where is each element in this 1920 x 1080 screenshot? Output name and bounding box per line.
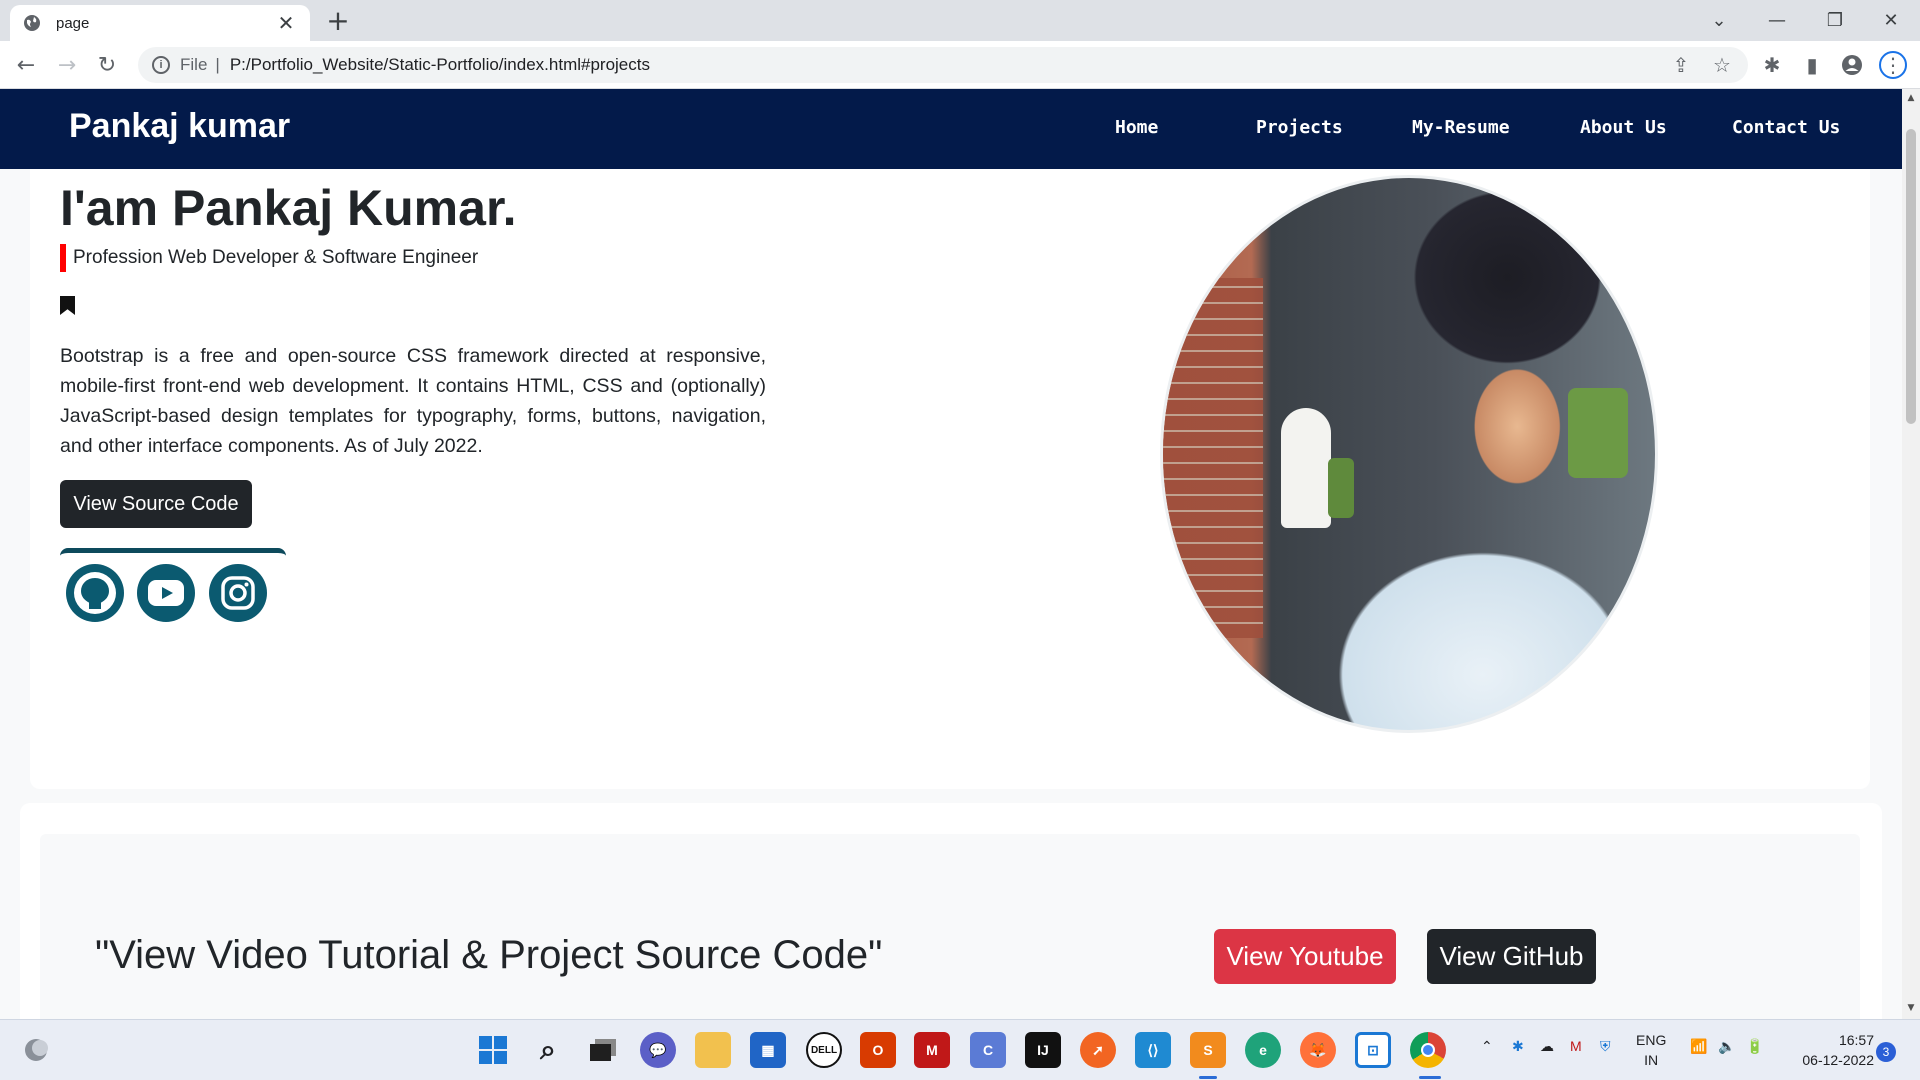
show-hidden-icons[interactable]: ⌃	[1481, 1038, 1493, 1055]
hero-title: I'am Pankaj Kumar.	[60, 180, 517, 236]
browser-toolbar: ← → ↻ i File | P:/Portfolio_Website/Stat…	[0, 41, 1920, 89]
view-github-button[interactable]: View GitHub	[1427, 929, 1596, 984]
globe-icon	[22, 13, 42, 33]
codeblocks-icon[interactable]: C	[970, 1032, 1006, 1068]
battery-icon[interactable]: 🔋	[1746, 1038, 1763, 1055]
intellij-icon[interactable]: IJ	[1025, 1032, 1061, 1068]
minimize-button[interactable]: —	[1748, 0, 1806, 41]
close-window-button[interactable]: ✕	[1862, 0, 1920, 41]
nav-home[interactable]: Home	[1115, 117, 1158, 138]
nav-projects[interactable]: Projects	[1256, 117, 1343, 138]
scroll-down-icon[interactable]: ▼	[1906, 1003, 1916, 1013]
windows-taskbar: ⌕ 💬 ▦ DELL O M C IJ ➚ ⟨⟩ S e 🦊 ⊡ ⌃ ✱ ☁ M…	[0, 1019, 1920, 1080]
instagram-icon[interactable]	[209, 564, 267, 622]
network-drive-icon[interactable]: ☁	[1540, 1038, 1554, 1055]
tutorial-section-title: "View Video Tutorial & Project Source Co…	[95, 933, 883, 977]
task-view-icon[interactable]	[585, 1032, 621, 1068]
profile-photo	[1160, 175, 1658, 733]
teams-chat-icon[interactable]: 💬	[640, 1032, 676, 1068]
site-navbar: Pankaj kumar Home Projects My-Resume Abo…	[0, 89, 1902, 169]
firefox-icon[interactable]: 🦊	[1300, 1032, 1336, 1068]
bookmark-star-icon[interactable]: ☆	[1708, 51, 1736, 79]
tutorial-section-inner	[40, 834, 1860, 1019]
side-panel-icon[interactable]: ▮	[1798, 51, 1826, 79]
reload-button[interactable]: ↻	[91, 49, 123, 81]
site-brand[interactable]: Pankaj kumar	[69, 107, 290, 146]
file-explorer-icon[interactable]	[695, 1032, 731, 1068]
vscode-icon[interactable]: ⟨⟩	[1135, 1032, 1171, 1068]
tab-search-icon[interactable]: ⌄	[1690, 0, 1748, 41]
view-youtube-button[interactable]: View Youtube	[1214, 929, 1396, 984]
clock-date: 06-12-2022	[1802, 1052, 1874, 1068]
mcafee-icon[interactable]: M	[914, 1032, 950, 1068]
screen-snip-icon[interactable]: ⊡	[1355, 1032, 1391, 1068]
scrollbar-thumb[interactable]	[1906, 129, 1916, 424]
edge-icon[interactable]: e	[1245, 1032, 1281, 1068]
hero-subtitle: Profession Web Developer & Software Engi…	[60, 244, 478, 272]
extensions-icon[interactable]: ✱	[1758, 51, 1786, 79]
postman-icon[interactable]: ➚	[1080, 1032, 1116, 1068]
page-scrollbar[interactable]: ▲ ▼	[1902, 89, 1920, 1019]
search-icon[interactable]: ⌕	[530, 1032, 566, 1068]
nav-about-us[interactable]: About Us	[1580, 117, 1667, 138]
office-icon[interactable]: O	[860, 1032, 896, 1068]
info-icon[interactable]: i	[152, 56, 170, 74]
bluetooth-icon[interactable]: ✱	[1512, 1038, 1524, 1055]
nav-my-resume[interactable]: My-Resume	[1412, 117, 1510, 138]
weather-icon[interactable]	[18, 1032, 54, 1068]
clock[interactable]: 16:57 06-12-2022	[1778, 1030, 1874, 1070]
region-label: IN	[1644, 1052, 1659, 1068]
browser-tab-strip: page ✕ + ⌄ — ❐ ✕	[0, 0, 1920, 41]
back-button[interactable]: ←	[10, 49, 42, 81]
social-divider	[60, 548, 286, 556]
address-url: P:/Portfolio_Website/Static-Portfolio/in…	[229, 55, 650, 74]
browser-tab[interactable]: page ✕	[10, 5, 310, 41]
menu-icon[interactable]: ⋮	[1879, 51, 1907, 79]
github-icon[interactable]	[66, 564, 124, 622]
clock-time: 16:57	[1838, 1032, 1874, 1048]
address-separator: |	[215, 55, 220, 74]
profile-icon[interactable]	[1838, 51, 1866, 79]
page-viewport: Pankaj kumar Home Projects My-Resume Abo…	[0, 89, 1902, 1019]
view-source-code-button[interactable]: View Source Code	[60, 480, 252, 528]
scroll-up-icon[interactable]: ▲	[1906, 93, 1916, 103]
address-scheme: File	[180, 55, 208, 74]
new-tab-button[interactable]: +	[323, 6, 353, 36]
mcafee-tray-icon[interactable]: M	[1570, 1038, 1582, 1054]
address-bar[interactable]: i File | P:/Portfolio_Website/Static-Por…	[138, 47, 1748, 83]
tab-title: page	[56, 14, 90, 32]
wifi-icon[interactable]: 📶	[1690, 1038, 1707, 1055]
restore-button[interactable]: ❐	[1806, 0, 1864, 41]
store-icon[interactable]: ▦	[750, 1032, 786, 1068]
volume-icon[interactable]: 🔈	[1718, 1038, 1735, 1055]
chrome-icon[interactable]	[1410, 1032, 1446, 1068]
security-icon[interactable]: ⛨	[1600, 1038, 1611, 1055]
notification-badge[interactable]: 3	[1876, 1042, 1896, 1062]
forward-button[interactable]: →	[51, 49, 83, 81]
language-indicator[interactable]: ENG IN	[1636, 1030, 1666, 1070]
tab-close-icon[interactable]: ✕	[274, 11, 298, 35]
nav-contact-us[interactable]: Contact Us	[1732, 117, 1840, 138]
youtube-icon[interactable]	[137, 564, 195, 622]
share-icon[interactable]: ⇪	[1667, 51, 1695, 79]
dell-icon[interactable]: DELL	[806, 1032, 842, 1068]
hero-description: Bootstrap is a free and open-source CSS …	[60, 345, 766, 457]
language-label: ENG	[1636, 1032, 1667, 1048]
start-icon[interactable]	[475, 1032, 511, 1068]
sublime-text-icon[interactable]: S	[1190, 1032, 1226, 1068]
